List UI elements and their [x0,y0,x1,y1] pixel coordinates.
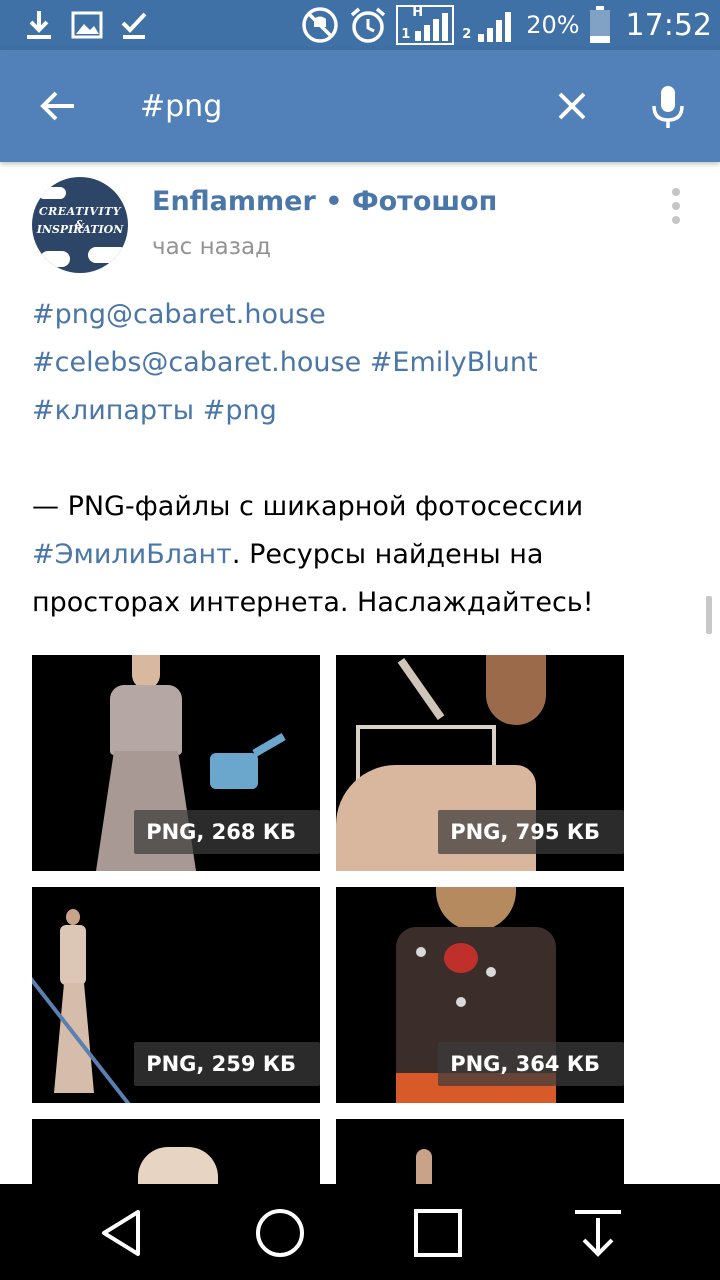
hashtag-line[interactable]: #png@cabaret.house [32,299,326,330]
recents-square-icon[interactable] [411,1206,465,1260]
more-options-icon[interactable] [664,186,688,226]
sim1-number: 1 [401,27,411,42]
scroll-indicator[interactable] [706,596,712,634]
hashtag-emily-blunt-link[interactable]: #ЭмилиБлант [32,539,232,570]
home-circle-icon[interactable] [253,1206,307,1260]
photo-attachment[interactable]: PNG, 259 КБ [32,887,320,1103]
alarm-icon [351,7,386,43]
post-author[interactable]: Enflammer • Фотошоп [152,186,497,217]
image-icon [71,11,103,39]
avatar[interactable]: CREATIVITY & INSPIRATION [32,177,128,273]
microphone-icon[interactable] [640,78,696,134]
battery-icon [589,6,610,43]
signal-sim2-icon: 2 [462,8,518,42]
back-arrow-icon[interactable] [30,78,86,134]
hashtag-line[interactable]: #celebs@cabaret.house #EmilyBlunt [32,347,538,378]
check-icon [121,12,147,39]
post-text-fragment: . Ресурсы найдены на [231,539,544,570]
search-toolbar [0,50,720,162]
post-text-line: #ЭмилиБлант. Ресурсы найдены на [32,539,543,570]
network-type-label: H [412,5,424,20]
post-text-line: просторах интернета. Наслаждайтесь! [32,587,594,618]
signal-sim1-icon: H 1 [396,5,455,45]
hashtag-line[interactable]: #клипарты #png [32,395,277,426]
photo-attachment[interactable]: PNG, 268 КБ [32,655,320,871]
photo-attachment[interactable] [32,1119,320,1184]
file-size-badge: PNG, 259 КБ [134,1042,320,1086]
photo-attachment[interactable] [336,1119,624,1184]
post-time: час назад [152,234,271,260]
file-size-badge: PNG, 268 КБ [134,810,320,854]
back-triangle-icon[interactable] [96,1206,150,1260]
file-size-badge: PNG, 795 КБ [438,810,624,854]
clear-icon[interactable] [544,78,600,134]
post-text-line: — PNG-файлы с шикарной фотосессии [32,491,584,522]
download-icon [27,11,51,39]
photo-attachment[interactable]: PNG, 364 КБ [336,887,624,1103]
clock: 17:52 [625,7,712,43]
avatar-text-line2: INSPIRATION [36,223,124,236]
do-not-disturb-icon [302,7,338,43]
notifications-pull-icon[interactable] [571,1206,625,1260]
search-input[interactable] [140,80,520,132]
file-size-badge: PNG, 364 КБ [438,1042,624,1086]
photo-attachment[interactable]: PNG, 795 КБ [336,655,624,871]
battery-percent: 20% [526,11,580,39]
status-bar: H 1 2 20% 17:52 [0,0,720,50]
sim2-number: 2 [462,27,472,42]
navigation-bar [0,1184,720,1280]
